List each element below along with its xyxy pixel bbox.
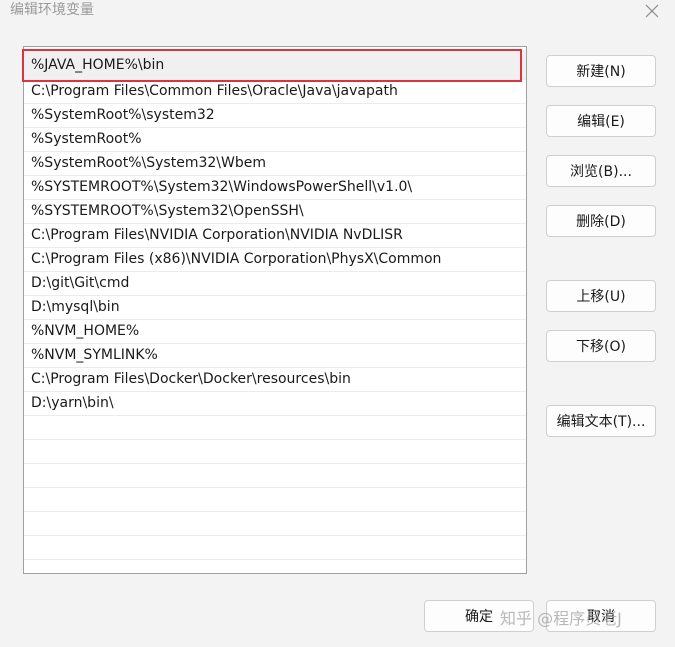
empty-row[interactable] xyxy=(24,536,526,560)
list-item[interactable]: %NVM_HOME% xyxy=(24,320,526,344)
empty-row[interactable] xyxy=(24,416,526,440)
list-item[interactable]: %SYSTEMROOT%\System32\WindowsPowerShell\… xyxy=(24,176,526,200)
delete-button[interactable]: 删除(D) xyxy=(546,205,656,237)
move-up-button[interactable]: 上移(U) xyxy=(546,280,656,312)
list-item[interactable]: C:\Program Files\Common Files\Oracle\Jav… xyxy=(24,80,526,104)
edit-text-button[interactable]: 编辑文本(T)... xyxy=(546,405,656,437)
list-item[interactable]: %SYSTEMROOT%\System32\OpenSSH\ xyxy=(24,200,526,224)
empty-row[interactable] xyxy=(24,440,526,464)
new-button[interactable]: 新建(N) xyxy=(546,55,656,87)
edit-env-variable-dialog: 编辑环境变量 %JAVA_HOME%\bin C:\Program Files\… xyxy=(0,0,675,647)
browse-button[interactable]: 浏览(B)... xyxy=(546,155,656,187)
list-item[interactable]: C:\Program Files\Docker\Docker\resources… xyxy=(24,368,526,392)
empty-row[interactable] xyxy=(24,560,526,573)
dialog-title: 编辑环境变量 xyxy=(10,2,94,18)
list-item[interactable]: D:\git\Git\cmd xyxy=(24,272,526,296)
path-list[interactable]: %JAVA_HOME%\bin C:\Program Files\Common … xyxy=(23,46,527,574)
move-down-button[interactable]: 下移(O) xyxy=(546,330,656,362)
close-button[interactable] xyxy=(637,0,667,22)
list-item[interactable]: %JAVA_HOME%\bin xyxy=(24,50,526,80)
list-item[interactable]: %SystemRoot%\System32\Wbem xyxy=(24,152,526,176)
empty-row[interactable] xyxy=(24,512,526,536)
list-item[interactable]: D:\yarn\bin\ xyxy=(24,392,526,416)
list-item[interactable]: C:\Program Files (x86)\NVIDIA Corporatio… xyxy=(24,248,526,272)
list-item[interactable]: C:\Program Files\NVIDIA Corporation\NVID… xyxy=(24,224,526,248)
empty-row[interactable] xyxy=(24,488,526,512)
watermark: 知乎 @程序员老J xyxy=(500,609,622,628)
empty-row[interactable] xyxy=(24,464,526,488)
close-icon xyxy=(645,4,659,18)
list-item[interactable]: %SystemRoot% xyxy=(24,128,526,152)
list-item[interactable]: D:\mysql\bin xyxy=(24,296,526,320)
title-bar: 编辑环境变量 xyxy=(0,0,675,24)
edit-button[interactable]: 编辑(E) xyxy=(546,105,656,137)
list-item[interactable]: %NVM_SYMLINK% xyxy=(24,344,526,368)
list-item[interactable]: %SystemRoot%\system32 xyxy=(24,104,526,128)
